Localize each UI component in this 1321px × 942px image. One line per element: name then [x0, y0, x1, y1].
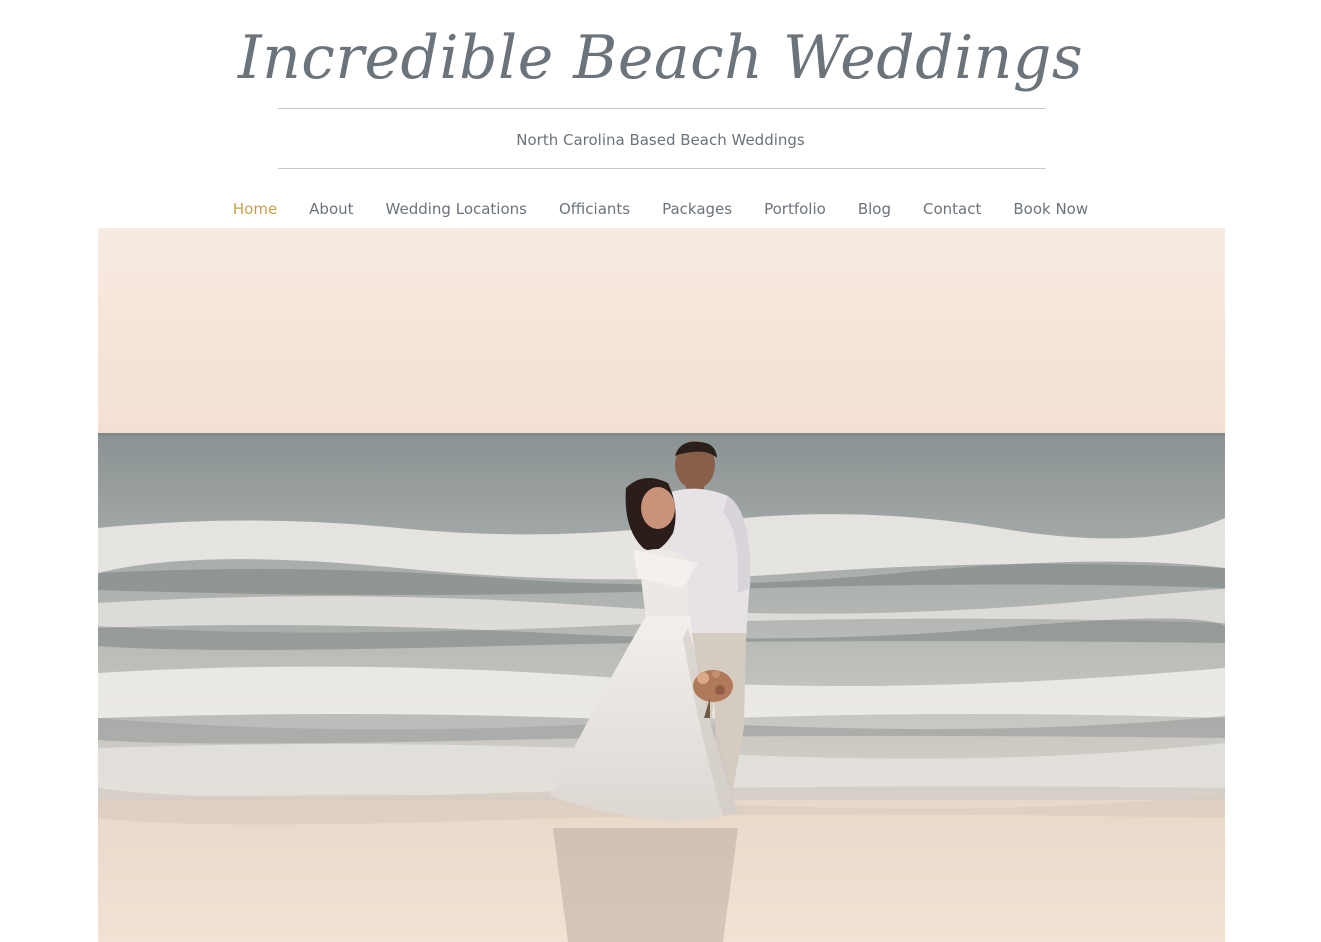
nav-item-portfolio[interactable]: Portfolio — [748, 196, 842, 222]
nav-item-packages[interactable]: Packages — [646, 196, 748, 222]
beach-wedding-photo — [98, 228, 1225, 942]
nav-item-wedding-locations[interactable]: Wedding Locations — [370, 196, 543, 222]
main-navigation: Home About Wedding Locations Officiants … — [0, 196, 1321, 222]
page: Incredible Beach Weddings North Carolina… — [0, 0, 1321, 942]
nav-item-blog[interactable]: Blog — [842, 196, 907, 222]
site-tagline: North Carolina Based Beach Weddings — [516, 131, 805, 149]
header-divider-top — [278, 108, 1046, 109]
hero-image — [98, 228, 1225, 942]
nav-item-about[interactable]: About — [293, 196, 369, 222]
nav-item-officiants[interactable]: Officiants — [543, 196, 646, 222]
header-divider-bottom — [278, 168, 1046, 169]
nav-item-book-now[interactable]: Book Now — [997, 196, 1104, 222]
nav-item-home[interactable]: Home — [217, 196, 293, 222]
site-title[interactable]: Incredible Beach Weddings — [0, 18, 1321, 98]
nav-item-contact[interactable]: Contact — [907, 196, 997, 222]
